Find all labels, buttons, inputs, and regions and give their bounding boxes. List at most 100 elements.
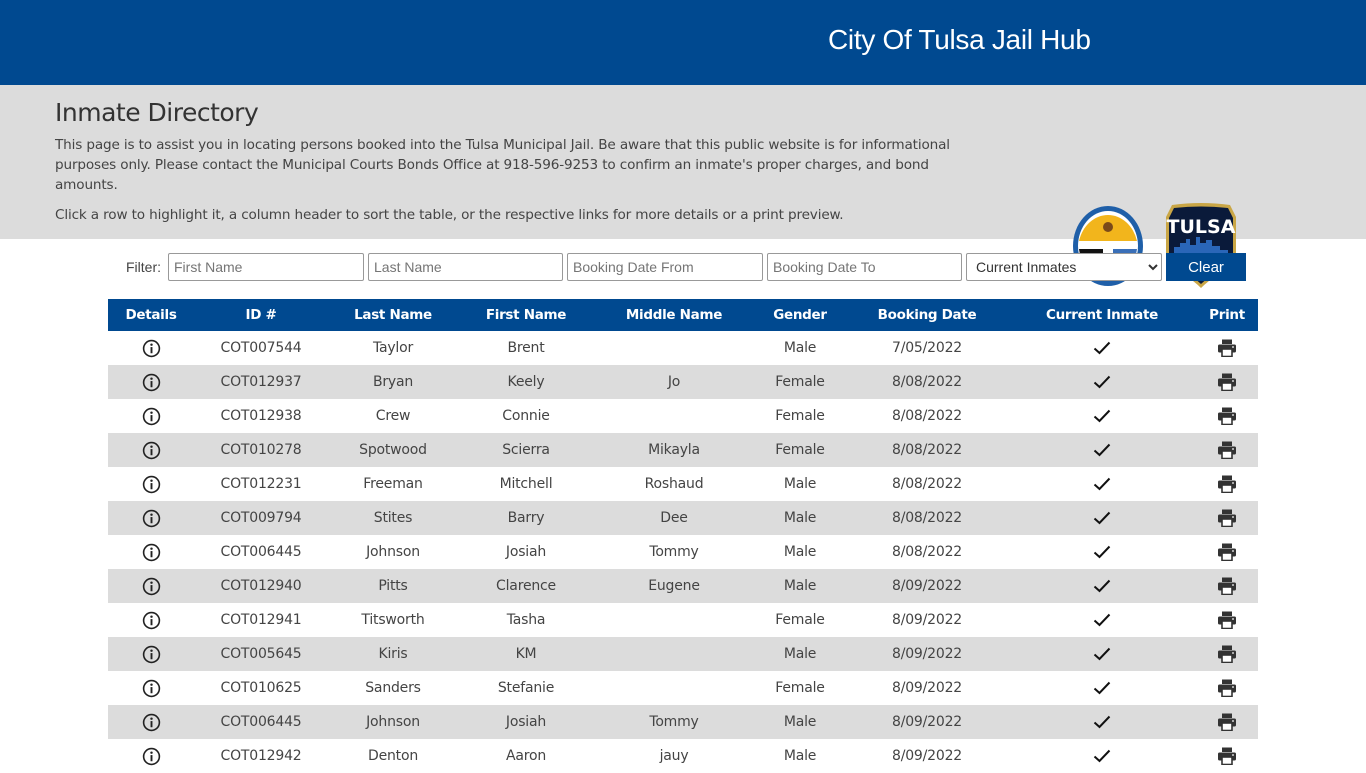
print-icon[interactable]	[1217, 543, 1237, 561]
first-name-cell: Mitchell	[499, 476, 553, 492]
checkmark-icon	[1093, 681, 1111, 695]
first-name-cell: Scierra	[502, 442, 550, 458]
details-cell	[108, 671, 194, 705]
info-icon[interactable]	[142, 645, 161, 664]
checkmark-icon	[1093, 409, 1111, 423]
page-title: Inmate Directory	[55, 98, 259, 127]
print-icon[interactable]	[1217, 679, 1237, 697]
print-cell	[1196, 671, 1258, 705]
print-icon[interactable]	[1217, 611, 1237, 629]
print-icon[interactable]	[1217, 407, 1237, 425]
info-icon[interactable]	[142, 577, 161, 596]
column-header-middle-name[interactable]: Middle Name	[594, 299, 754, 331]
table-header-row: Details ID # Last Name First Name Middle…	[108, 299, 1258, 331]
last-name-cell: Freeman	[363, 476, 423, 492]
last-name-cell: Pitts	[378, 578, 408, 594]
column-header-current-inmate[interactable]: Current Inmate	[1008, 299, 1196, 331]
current-inmate-cell	[1008, 705, 1196, 739]
column-header-print[interactable]: Print	[1196, 299, 1258, 331]
middle-name-cell: Mikayla	[648, 442, 700, 458]
table-row[interactable]: COT010625 Sanders Stefanie Female 8/09/2…	[108, 671, 1258, 705]
inmate-status-select[interactable]: Current Inmates	[966, 253, 1162, 281]
column-header-last-name[interactable]: Last Name	[328, 299, 458, 331]
table-row[interactable]: COT010278 Spotwood Scierra Mikayla Femal…	[108, 433, 1258, 467]
info-icon[interactable]	[142, 747, 161, 766]
table-row[interactable]: COT012938 Crew Connie Female 8/08/2022	[108, 399, 1258, 433]
last-name-cell: Sanders	[365, 680, 421, 696]
last-name-cell: Johnson	[366, 714, 420, 730]
column-header-id[interactable]: ID #	[194, 299, 328, 331]
print-icon[interactable]	[1217, 441, 1237, 459]
print-icon[interactable]	[1217, 475, 1237, 493]
checkmark-icon	[1093, 613, 1111, 627]
id-cell: COT012938	[220, 408, 302, 424]
column-header-first-name[interactable]: First Name	[458, 299, 594, 331]
info-icon[interactable]	[142, 441, 161, 460]
last-name-filter-input[interactable]	[368, 253, 563, 281]
last-name-cell: Taylor	[372, 340, 414, 356]
info-icon[interactable]	[142, 713, 161, 732]
first-name-cell: Connie	[502, 408, 550, 424]
middle-name-cell: Dee	[660, 510, 688, 526]
print-icon[interactable]	[1217, 645, 1237, 663]
booking-date-cell: 8/08/2022	[892, 476, 962, 492]
info-icon[interactable]	[142, 407, 161, 426]
print-icon[interactable]	[1217, 747, 1237, 765]
clear-filters-button[interactable]: Clear	[1166, 253, 1246, 281]
info-icon[interactable]	[142, 509, 161, 528]
current-inmate-cell	[1008, 399, 1196, 433]
info-icon[interactable]	[142, 611, 161, 630]
column-header-gender[interactable]: Gender	[754, 299, 846, 331]
checkmark-icon	[1093, 477, 1111, 491]
table-row[interactable]: COT012231 Freeman Mitchell Roshaud Male …	[108, 467, 1258, 501]
intro-instructions: Click a row to highlight it, a column he…	[55, 207, 844, 223]
print-icon[interactable]	[1217, 577, 1237, 595]
column-header-booking-date[interactable]: Booking Date	[846, 299, 1008, 331]
print-icon[interactable]	[1217, 339, 1237, 357]
details-cell	[108, 501, 194, 535]
column-header-details[interactable]: Details	[108, 299, 194, 331]
info-icon[interactable]	[142, 373, 161, 392]
middle-name-cell: Roshaud	[644, 476, 704, 492]
print-cell	[1196, 365, 1258, 399]
info-icon[interactable]	[142, 339, 161, 358]
gender-cell: Male	[783, 476, 817, 492]
info-icon[interactable]	[142, 475, 161, 494]
site-header: City Of Tulsa Jail Hub	[0, 0, 1366, 85]
print-cell	[1196, 705, 1258, 739]
id-cell: COT007544	[220, 340, 302, 356]
intro-disclaimer: This page is to assist you in locating p…	[55, 137, 950, 193]
table-row[interactable]: COT005645 Kiris KM Male 8/09/2022	[108, 637, 1258, 671]
table-row[interactable]: COT007544 Taylor Brent Male 7/05/2022	[108, 331, 1258, 365]
print-icon[interactable]	[1217, 509, 1237, 527]
info-icon[interactable]	[142, 679, 161, 698]
booking-date-cell: 8/09/2022	[892, 714, 962, 730]
middle-name-cell	[594, 331, 754, 365]
booking-date-from-input[interactable]	[567, 253, 763, 281]
print-icon[interactable]	[1217, 713, 1237, 731]
filter-label: Filter:	[126, 259, 161, 275]
details-cell	[108, 433, 194, 467]
table-row[interactable]: COT012937 Bryan Keely Jo Female 8/08/202…	[108, 365, 1258, 399]
table-row[interactable]: COT012941 Titsworth Tasha Female 8/09/20…	[108, 603, 1258, 637]
booking-date-to-input[interactable]	[767, 253, 962, 281]
table-row[interactable]: COT012940 Pitts Clarence Eugene Male 8/0…	[108, 569, 1258, 603]
info-icon[interactable]	[142, 543, 161, 562]
details-cell	[108, 399, 194, 433]
id-cell: COT012940	[220, 578, 302, 594]
table-row[interactable]: COT009794 Stites Barry Dee Male 8/08/202…	[108, 501, 1258, 535]
print-cell	[1196, 331, 1258, 365]
first-name-cell: Keely	[507, 374, 545, 390]
table-row[interactable]: COT006445 Johnson Josiah Tommy Male 8/08…	[108, 535, 1258, 569]
first-name-cell: KM	[515, 646, 537, 662]
print-cell	[1196, 637, 1258, 671]
middle-name-cell: Jo	[667, 374, 681, 390]
first-name-cell: Tasha	[506, 612, 546, 628]
checkmark-icon	[1093, 579, 1111, 593]
table-row[interactable]: COT006445 Johnson Josiah Tommy Male 8/09…	[108, 705, 1258, 739]
middle-name-cell	[594, 603, 754, 637]
last-name-cell: Spotwood	[359, 442, 427, 458]
current-inmate-cell	[1008, 535, 1196, 569]
print-icon[interactable]	[1217, 373, 1237, 391]
first-name-filter-input[interactable]	[168, 253, 364, 281]
